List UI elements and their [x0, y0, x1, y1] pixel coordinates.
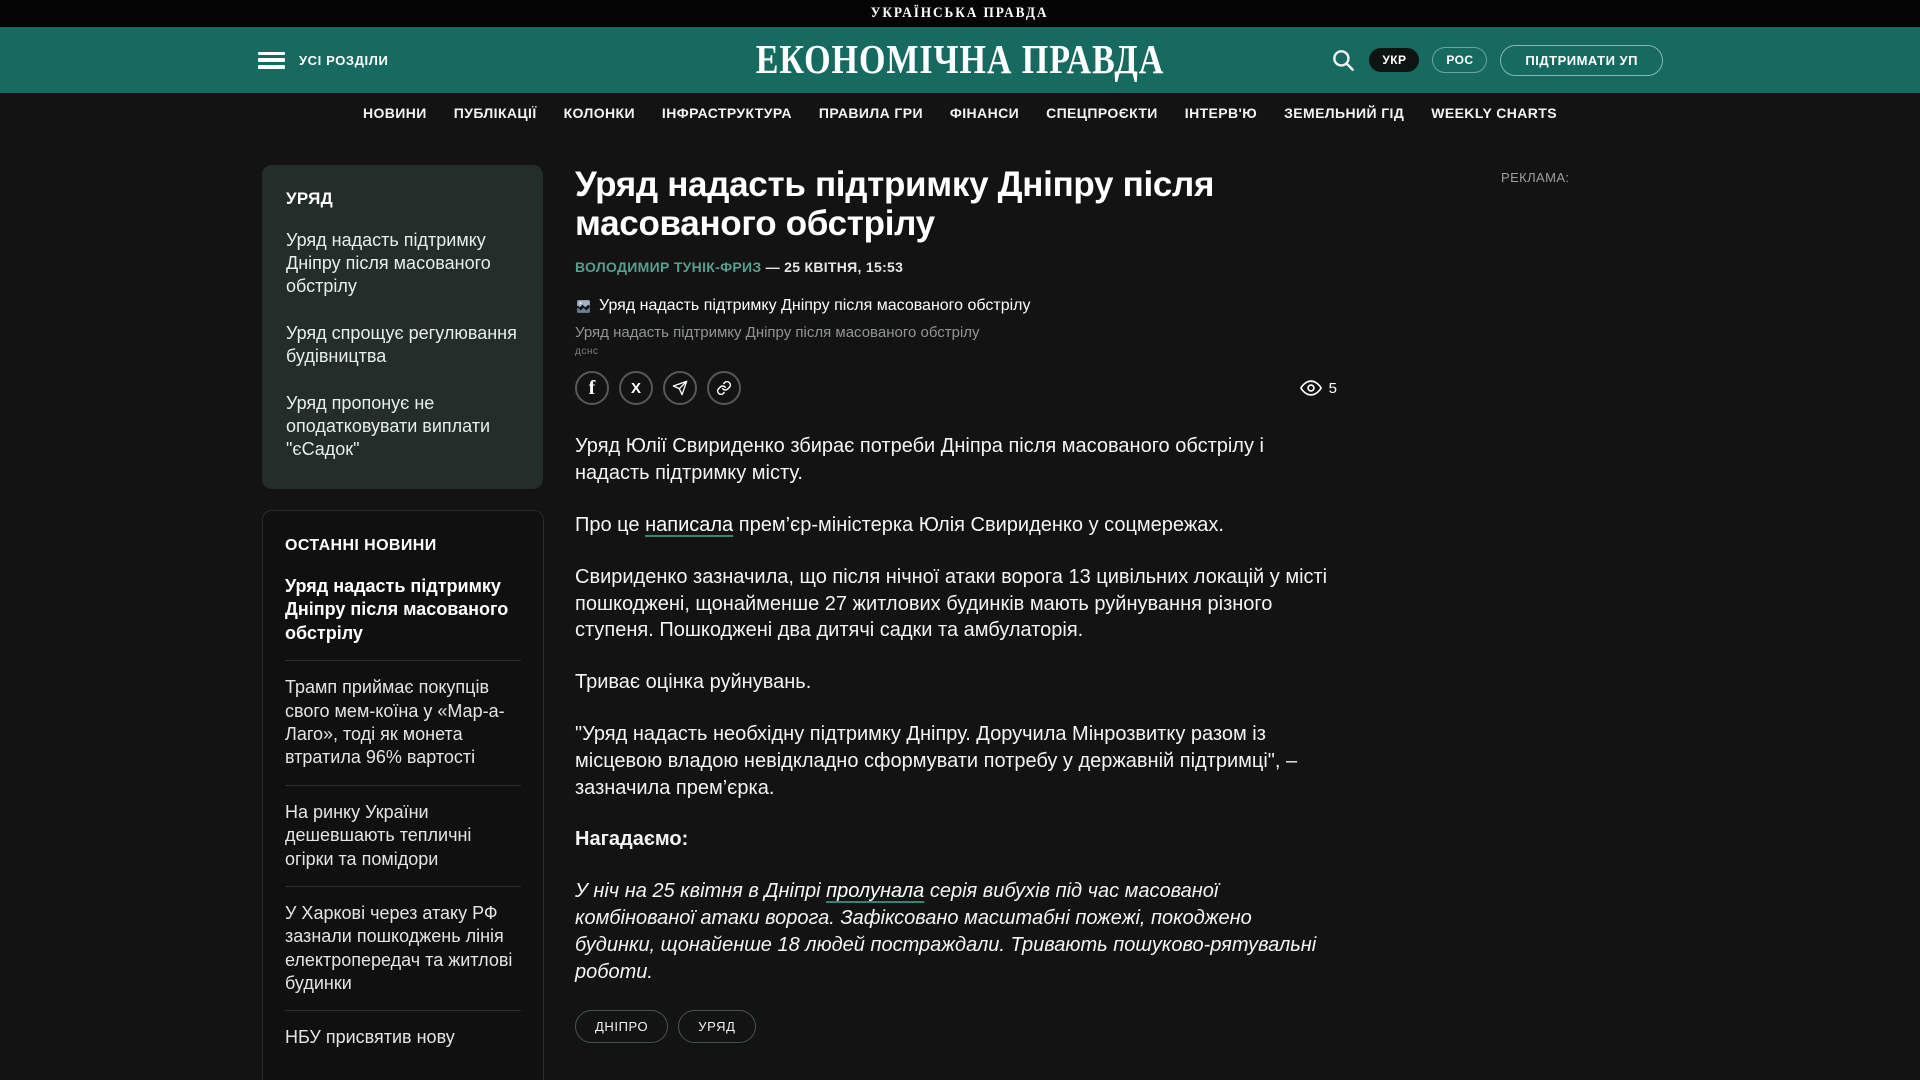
nav-item-finansy[interactable]: ФІНАНСИ	[950, 105, 1019, 121]
publish-date: — 25 КВІТНЯ, 15:53	[765, 259, 904, 276]
page-content: УРЯД Уряд надасть підтримку Дніпру після…	[0, 133, 1920, 1080]
header-actions: УКР РОС ПІДТРИМАТИ УП	[1330, 27, 1663, 93]
latest-news-item[interactable]: На ринку України дешевшають тепличні огі…	[285, 801, 521, 871]
nav-item-weekly-charts[interactable]: WEEKLY CHARTS	[1431, 105, 1557, 121]
topic-box-uryad: УРЯД Уряд надасть підтримку Дніпру після…	[262, 165, 543, 490]
latest-news-box: ОСТАННІ НОВИНИ Уряд надасть підтримку Дн…	[262, 510, 544, 1080]
tags-row: ДНІПРО УРЯД	[575, 1010, 1337, 1044]
article-title: Уряд надасть підтримку Дніпру після масо…	[575, 165, 1215, 244]
search-icon[interactable]	[1330, 47, 1356, 73]
article-paragraph: "Уряд надасть необхідну підтримку Дніпру…	[575, 722, 1298, 799]
image-alt-text: Уряд надасть підтримку Дніпру після масо…	[599, 297, 1031, 315]
nav-item-intervyu[interactable]: ІНТЕРВ'Ю	[1185, 105, 1257, 121]
article-paragraph: Свириденко зазначила, що після нічної ат…	[575, 565, 1328, 642]
article: Уряд надасть підтримку Дніпру після масо…	[575, 165, 1337, 1044]
article-figure: Уряд надасть підтримку Дніпру після масо…	[575, 297, 1337, 357]
latest-news-item[interactable]: Трамп приймає покупців свого мем-коїна у…	[285, 676, 521, 770]
topic-item[interactable]: Уряд надасть підтримку Дніпру після масо…	[286, 229, 519, 298]
topic-box-title: УРЯД	[286, 189, 334, 208]
broken-image-icon	[577, 300, 590, 313]
share-row: f X 5	[575, 371, 1337, 406]
image-credit: дснс	[575, 346, 599, 358]
site-logo[interactable]: ЕКОНОМІЧНА ПРАВДА	[756, 36, 1164, 84]
view-count: 5	[1328, 379, 1337, 397]
divider	[285, 1010, 521, 1012]
main-navigation: НОВИНИ ПУБЛІКАЦІЇ КОЛОНКИ ІНФРАСТРУКТУРА…	[0, 93, 1920, 133]
eye-icon	[1299, 380, 1322, 397]
nav-item-novyny[interactable]: НОВИНИ	[363, 105, 427, 121]
nav-item-publikatsii[interactable]: ПУБЛІКАЦІЇ	[454, 105, 537, 121]
site-header: УСІ РОЗДІЛИ ЕКОНОМІЧНА ПРАВДА УКР РОС ПІ…	[0, 27, 1920, 93]
nav-item-spetsproekty[interactable]: СПЕЦПРОЄКТИ	[1046, 105, 1158, 121]
nav-item-kolonky[interactable]: КОЛОНКИ	[564, 105, 635, 121]
facebook-icon: f	[588, 377, 596, 400]
text-run: прем’єр-міністерка Юлія Свириденко у соц…	[733, 513, 1224, 536]
divider	[285, 885, 521, 887]
topic-item[interactable]: Уряд пропонує не оподатковувати виплати …	[286, 392, 519, 461]
copy-link-button[interactable]	[707, 371, 741, 406]
article-paragraph: Про це написала прем’єр-міністерка Юлія …	[575, 512, 1337, 539]
article-reminder-label: Нагадаємо:	[575, 828, 689, 851]
ad-label: РЕКЛАМА:	[1501, 170, 1570, 185]
nav-item-pravyla-hry[interactable]: ПРАВИЛА ГРИ	[819, 105, 923, 121]
lang-toggle-ros[interactable]: РОС	[1432, 47, 1488, 73]
latest-news-item[interactable]: У Харкові через атаку РФ зазнали пошкодж…	[285, 902, 521, 996]
nav-item-infrastruktura[interactable]: ІНФРАСТРУКТУРА	[662, 105, 792, 121]
share-x-button[interactable]: X	[619, 371, 653, 406]
telegram-icon	[672, 381, 688, 396]
ukrainska-pravda-link[interactable]: УКРАЇНСЬКА ПРАВДА	[871, 5, 1049, 22]
tag-dnipro[interactable]: ДНІПРО	[575, 1010, 669, 1044]
inline-link-napysala[interactable]: написала	[645, 514, 733, 536]
latest-news-item[interactable]: Уряд надасть підтримку Дніпру після масо…	[285, 575, 521, 645]
top-brand-bar: УКРАЇНСЬКА ПРАВДА	[0, 0, 1920, 27]
article-paragraph: Триває оцінка руйнувань.	[575, 671, 812, 694]
share-facebook-button[interactable]: f	[575, 371, 609, 406]
nav-item-zemelnyi-hid[interactable]: ЗЕМЕЛЬНИЙ ГІД	[1284, 105, 1404, 121]
text-run: У ніч на 25 квітня в Дніпрі	[575, 880, 827, 903]
divider	[285, 784, 521, 786]
article-paragraph: Уряд Юлії Свириденко збирає потреби Дніп…	[575, 435, 1264, 485]
broken-image-row: Уряд надасть підтримку Дніпру після масо…	[575, 297, 1337, 315]
topic-item[interactable]: Уряд спрощує регулювання будівництва	[286, 322, 519, 368]
text-run: Про це	[575, 513, 646, 536]
share-telegram-button[interactable]	[663, 371, 697, 406]
hamburger-menu-icon[interactable]	[258, 51, 285, 69]
support-up-button[interactable]: ПІДТРИМАТИ УП	[1500, 44, 1663, 76]
latest-news-item[interactable]: НБУ присвятив нову	[285, 1026, 521, 1049]
divider	[285, 660, 521, 662]
lang-toggle-ukr[interactable]: УКР	[1369, 48, 1420, 72]
tag-uryad[interactable]: УРЯД	[678, 1010, 756, 1044]
inline-link-prolunala[interactable]: пролунала	[826, 880, 924, 902]
article-byline: ВОЛОДИМИР ТУНІК-ФРИЗ — 25 КВІТНЯ, 15:53	[575, 259, 1337, 275]
all-sections-label: УСІ РОЗДІЛИ	[299, 52, 389, 68]
article-paragraph: У ніч на 25 квітня в Дніпрі пролунала се…	[575, 878, 1337, 985]
all-sections-button[interactable]: УСІ РОЗДІЛИ	[258, 27, 388, 93]
image-caption: Уряд надасть підтримку Дніпру після масо…	[575, 324, 980, 342]
latest-news-title: ОСТАННІ НОВИНИ	[285, 537, 437, 554]
view-counter: 5	[1299, 377, 1337, 399]
author-link[interactable]: ВОЛОДИМИР ТУНІК-ФРИЗ	[575, 259, 761, 275]
link-icon	[716, 381, 732, 396]
x-twitter-icon: X	[630, 379, 641, 397]
